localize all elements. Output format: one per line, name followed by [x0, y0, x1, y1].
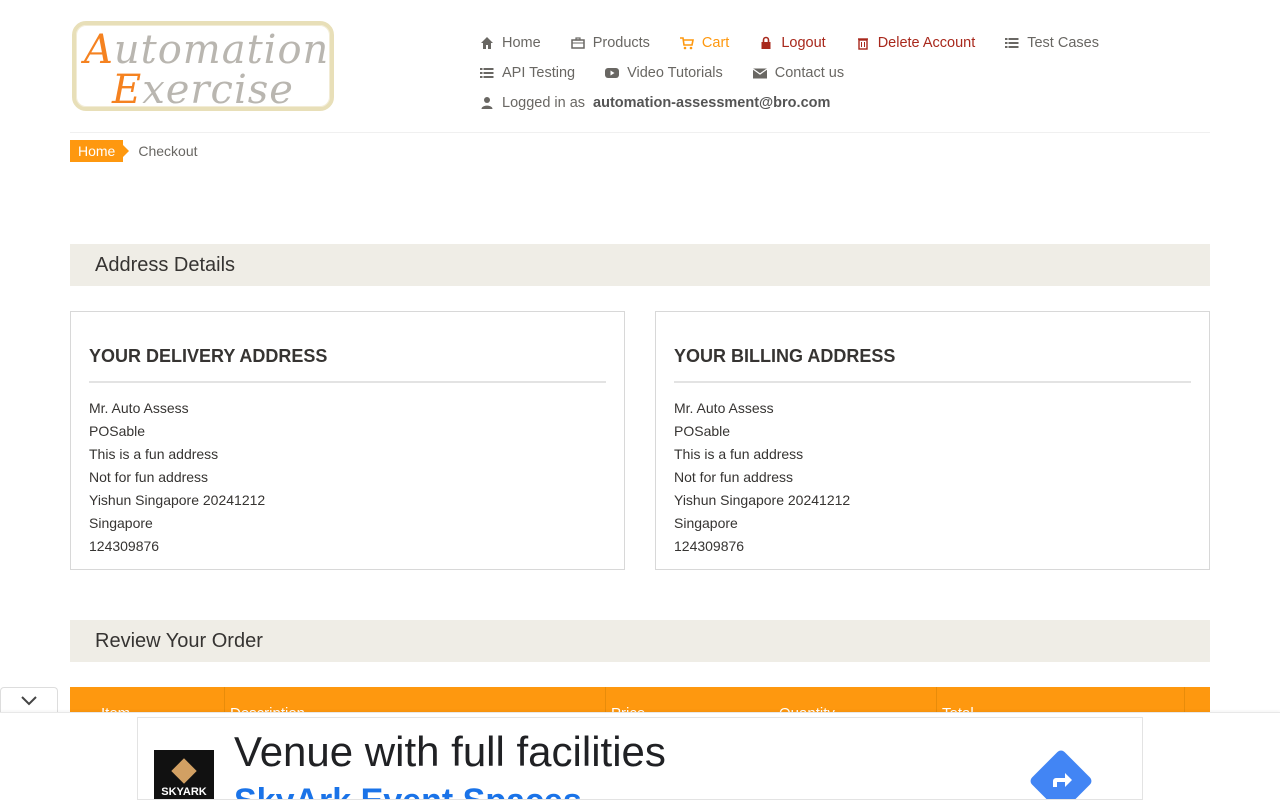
nav-cart[interactable]: Cart	[679, 35, 730, 51]
billing-name: Mr. Auto Assess	[674, 400, 774, 416]
briefcase-icon	[570, 37, 585, 49]
nav-home-label: Home	[502, 35, 541, 51]
trash-icon	[857, 38, 868, 50]
nav-video-tutorials[interactable]: Video Tutorials	[605, 65, 723, 81]
logo-letter-e: E	[112, 67, 143, 113]
nav-logout[interactable]: Logout	[759, 35, 826, 51]
billing-country: Singapore	[674, 515, 738, 531]
nav-delete-account[interactable]: Delete Account	[856, 35, 976, 51]
billing-address-lines: Mr. Auto Assess POSable This is a fun ad…	[674, 397, 1191, 558]
delivery-address-lines: Mr. Auto Assess POSable This is a fun ad…	[89, 397, 606, 558]
nav-products[interactable]: Products	[570, 35, 650, 51]
delivery-company: POSable	[89, 423, 146, 439]
delivery-name: Mr. Auto Assess	[89, 400, 189, 416]
site-logo[interactable]: Automation Exercise	[72, 21, 334, 113]
delivery-address1: This is a fun address	[89, 446, 219, 462]
envelope-icon	[752, 68, 767, 79]
breadcrumb-current: Checkout	[138, 143, 198, 159]
logged-in-prefix: Logged in as	[502, 95, 586, 111]
nav-contact-us-label: Contact us	[774, 65, 845, 81]
billing-company: POSable	[674, 423, 731, 439]
cart-icon	[679, 37, 694, 50]
address-details-heading: Address Details	[70, 244, 1210, 286]
youtube-icon	[605, 68, 620, 78]
nav-api-testing-label: API Testing	[502, 65, 576, 81]
nav-home[interactable]: Home	[480, 35, 541, 51]
nav-contact-us[interactable]: Contact us	[752, 65, 845, 81]
billing-phone: 124309876	[674, 538, 745, 554]
nav-cart-label: Cart	[701, 35, 730, 51]
billing-address-title: YOUR BILLING ADDRESS	[674, 346, 1191, 383]
delivery-country: Singapore	[89, 515, 153, 531]
nav-test-cases[interactable]: Test Cases	[1005, 35, 1099, 51]
review-order-heading: Review Your Order	[70, 620, 1210, 662]
ad-subtitle: SkyArk Event Spaces	[234, 782, 582, 799]
breadcrumb: Home Checkout	[70, 140, 198, 162]
logged-in-username: automation-assessment@bro.com	[593, 95, 831, 111]
ad-collapse-toggle[interactable]	[0, 687, 58, 713]
lock-icon	[761, 36, 771, 49]
nav-test-cases-label: Test Cases	[1027, 35, 1099, 51]
billing-address1: This is a fun address	[674, 446, 804, 462]
logo-letter-a: A	[84, 27, 114, 73]
nav-delete-account-label: Delete Account	[877, 35, 976, 51]
logo-text-exercise: xercise	[142, 67, 294, 113]
user-icon	[481, 97, 493, 109]
billing-address2: Not for fun address	[674, 469, 794, 485]
delivery-phone: 124309876	[89, 538, 160, 554]
logged-in-status: Logged in as automation-assessment@bro.c…	[480, 88, 1120, 118]
ad-brand-name: SKYARK	[161, 786, 207, 798]
ad-title: Venue with full facilities	[234, 728, 666, 775]
list-icon	[1005, 38, 1019, 48]
billing-address-box: YOUR BILLING ADDRESS Mr. Auto Assess POS…	[655, 311, 1210, 570]
billing-city-state-zip: Yishun Singapore 20241212	[674, 492, 851, 508]
main-nav: Home Products Cart Logout Delete Account…	[480, 28, 1120, 118]
ad-directions-button[interactable]	[1028, 748, 1094, 799]
delivery-address-box: YOUR DELIVERY ADDRESS Mr. Auto Assess PO…	[70, 311, 625, 570]
nav-video-tutorials-label: Video Tutorials	[627, 65, 723, 81]
breadcrumb-home[interactable]: Home	[70, 140, 130, 162]
ad-banner[interactable]: SKYARK Venue with full facilities SkyArk…	[137, 717, 1143, 800]
nav-products-label: Products	[592, 35, 650, 51]
chevron-down-icon	[21, 695, 37, 705]
nav-logout-label: Logout	[781, 35, 826, 51]
nav-row-2: API Testing Video Tutorials Contact us	[480, 58, 1120, 88]
home-icon	[481, 37, 493, 49]
delivery-city-state-zip: Yishun Singapore 20241212	[89, 492, 266, 508]
header-divider	[70, 132, 1210, 133]
nav-api-testing[interactable]: API Testing	[480, 65, 575, 81]
delivery-address-title: YOUR DELIVERY ADDRESS	[89, 346, 606, 383]
list-icon	[480, 68, 494, 78]
nav-row-1: Home Products Cart Logout Delete Account…	[480, 28, 1120, 58]
ad-brand-logo: SKYARK	[154, 750, 214, 799]
ad-brand-mark-icon	[171, 758, 197, 784]
directions-arrow-icon	[1053, 773, 1072, 787]
delivery-address2: Not for fun address	[89, 469, 209, 485]
